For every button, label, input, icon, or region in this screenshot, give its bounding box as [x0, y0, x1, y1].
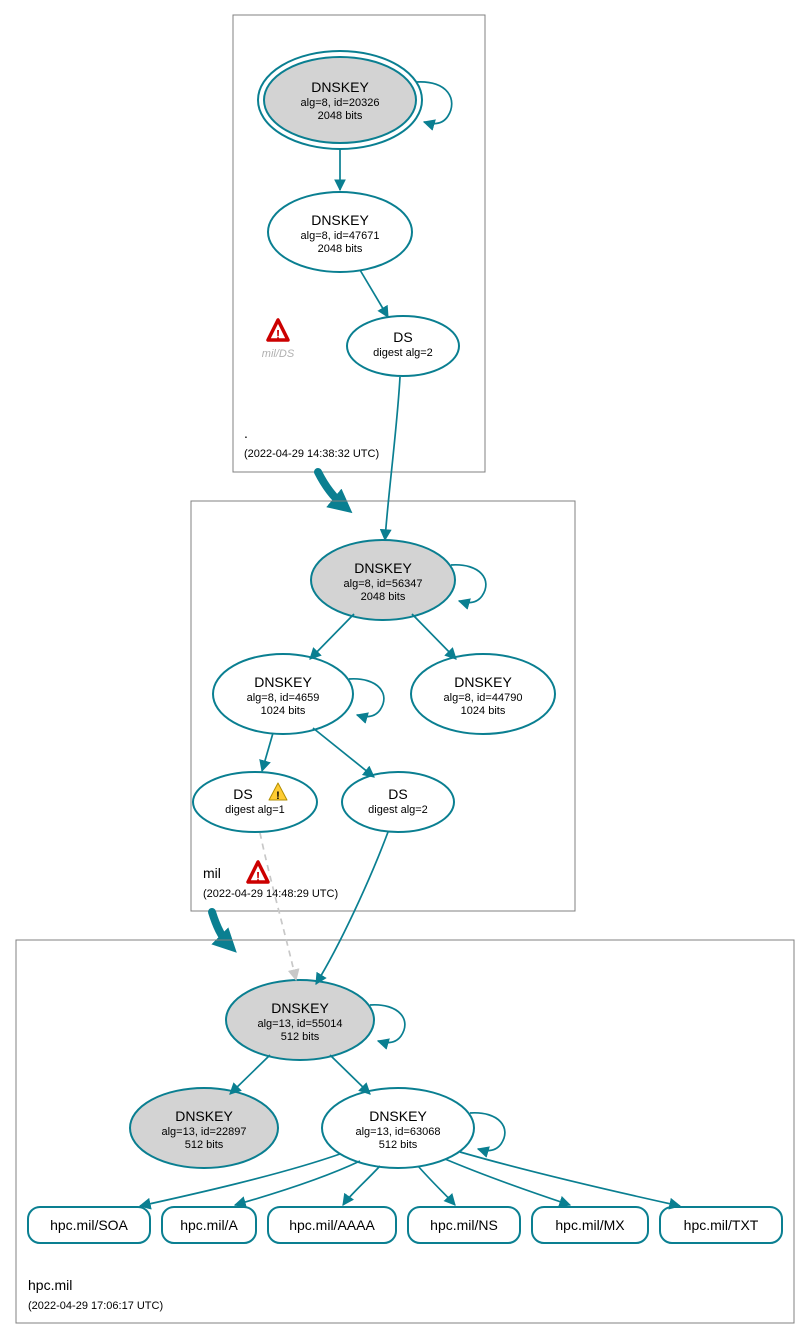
- edge-mil-ksk-self: [451, 565, 486, 603]
- edge-milksk-zsk2: [412, 614, 456, 659]
- zone-mil-time: (2022-04-29 14:48:29 UTC): [203, 888, 338, 900]
- zone-root-label: .: [244, 425, 248, 441]
- svg-text:alg=13, id=55014: alg=13, id=55014: [257, 1018, 342, 1030]
- edge-zsk2-ns: [418, 1166, 455, 1205]
- edge-ds1-hpcksk-dashed: [260, 833, 296, 980]
- edge-root-ds-milksk: [385, 377, 400, 540]
- node-hpc-zsk1[interactable]: DNSKEY alg=13, id=22897 512 bits: [130, 1088, 278, 1168]
- svg-text:DNSKEY: DNSKEY: [454, 674, 512, 690]
- svg-text:mil/DS: mil/DS: [262, 348, 295, 360]
- zone-hpc-label: hpc.mil: [28, 1277, 72, 1293]
- svg-text:!: !: [256, 869, 260, 884]
- rr-mx[interactable]: hpc.mil/MX: [532, 1207, 648, 1243]
- svg-text:DNSKEY: DNSKEY: [369, 1108, 427, 1124]
- node-mil-ds2[interactable]: DS digest alg=2: [342, 772, 454, 832]
- svg-text:1024 bits: 1024 bits: [461, 705, 506, 717]
- node-hpc-ksk[interactable]: DNSKEY alg=13, id=55014 512 bits: [226, 980, 374, 1060]
- error-icon-mil: !: [248, 862, 268, 884]
- edge-milksk-zsk1: [310, 614, 354, 659]
- zone-root-time: (2022-04-29 14:38:32 UTC): [244, 448, 379, 460]
- svg-text:2048 bits: 2048 bits: [318, 110, 363, 122]
- svg-text:DS: DS: [393, 329, 412, 345]
- node-root-zsk[interactable]: DNSKEY alg=8, id=47671 2048 bits: [268, 192, 412, 272]
- faded-mil-ds: ! mil/DS: [262, 320, 295, 360]
- edge-hpc-ksk-self: [370, 1005, 405, 1043]
- svg-text:alg=13, id=63068: alg=13, id=63068: [355, 1126, 440, 1138]
- rr-aaaa[interactable]: hpc.mil/AAAA: [268, 1207, 396, 1243]
- edge-root-zsk-ds: [360, 270, 388, 317]
- svg-text:hpc.mil/A: hpc.mil/A: [180, 1217, 238, 1233]
- svg-text:!: !: [276, 327, 280, 342]
- svg-text:hpc.mil/TXT: hpc.mil/TXT: [684, 1217, 759, 1233]
- svg-text:alg=8, id=4659: alg=8, id=4659: [247, 692, 320, 704]
- svg-text:hpc.mil/AAAA: hpc.mil/AAAA: [289, 1217, 375, 1233]
- zone-mil-label: mil: [203, 865, 221, 881]
- svg-text:DNSKEY: DNSKEY: [354, 560, 412, 576]
- edge-delegation-root-mil: [318, 472, 345, 507]
- rr-soa[interactable]: hpc.mil/SOA: [28, 1207, 150, 1243]
- edge-mil-zsk1-self: [349, 679, 384, 717]
- edge-hpc-zsk2-self: [470, 1113, 505, 1151]
- svg-text:hpc.mil/MX: hpc.mil/MX: [555, 1217, 625, 1233]
- edge-zsk1-ds2: [313, 728, 374, 777]
- edge-zsk2-aaaa: [343, 1166, 380, 1205]
- svg-text:alg=8, id=47671: alg=8, id=47671: [301, 230, 380, 242]
- edge-ds2-hpcksk: [316, 832, 388, 984]
- svg-text:DNSKEY: DNSKEY: [311, 212, 369, 228]
- svg-text:hpc.mil/SOA: hpc.mil/SOA: [50, 1217, 128, 1233]
- svg-text:DS: DS: [233, 786, 252, 802]
- svg-text:digest alg=2: digest alg=2: [368, 804, 428, 816]
- node-mil-zsk2[interactable]: DNSKEY alg=8, id=44790 1024 bits: [411, 654, 555, 734]
- node-hpc-zsk2[interactable]: DNSKEY alg=13, id=63068 512 bits: [322, 1088, 474, 1168]
- svg-text:DNSKEY: DNSKEY: [254, 674, 312, 690]
- svg-text:1024 bits: 1024 bits: [261, 705, 306, 717]
- node-root-ksk[interactable]: DNSKEY alg=8, id=20326 2048 bits: [258, 51, 422, 149]
- edge-delegation-mil-hpc: [212, 912, 230, 946]
- svg-text:digest alg=1: digest alg=1: [225, 804, 285, 816]
- edge-hpcksk-zsk1: [230, 1055, 270, 1094]
- svg-text:digest alg=2: digest alg=2: [373, 347, 433, 359]
- svg-text:alg=8, id=44790: alg=8, id=44790: [444, 692, 523, 704]
- node-mil-ksk[interactable]: DNSKEY alg=8, id=56347 2048 bits: [311, 540, 455, 620]
- node-mil-ds1[interactable]: DS digest alg=1 !: [193, 772, 317, 832]
- svg-text:alg=8, id=20326: alg=8, id=20326: [301, 97, 380, 109]
- svg-text:512 bits: 512 bits: [185, 1139, 224, 1151]
- svg-text:DNSKEY: DNSKEY: [311, 79, 369, 95]
- rr-a[interactable]: hpc.mil/A: [162, 1207, 256, 1243]
- edge-zsk2-txt: [460, 1152, 680, 1206]
- rr-txt[interactable]: hpc.mil/TXT: [660, 1207, 782, 1243]
- zone-hpc-time: (2022-04-29 17:06:17 UTC): [28, 1300, 163, 1312]
- edge-zsk2-mx: [445, 1159, 570, 1205]
- svg-text:2048 bits: 2048 bits: [318, 243, 363, 255]
- svg-text:alg=13, id=22897: alg=13, id=22897: [161, 1126, 246, 1138]
- edge-zsk1-ds1: [262, 733, 273, 771]
- node-mil-zsk1[interactable]: DNSKEY alg=8, id=4659 1024 bits: [213, 654, 353, 734]
- svg-text:DNSKEY: DNSKEY: [271, 1000, 329, 1016]
- svg-text:alg=8, id=56347: alg=8, id=56347: [344, 578, 423, 590]
- svg-text:2048 bits: 2048 bits: [361, 591, 406, 603]
- svg-text:DS: DS: [388, 786, 407, 802]
- dnssec-diagram: . (2022-04-29 14:38:32 UTC) DNSKEY alg=8…: [0, 0, 807, 1337]
- svg-text:hpc.mil/NS: hpc.mil/NS: [430, 1217, 498, 1233]
- node-root-ds[interactable]: DS digest alg=2: [347, 316, 459, 376]
- rr-ns[interactable]: hpc.mil/NS: [408, 1207, 520, 1243]
- svg-text:512 bits: 512 bits: [281, 1031, 320, 1043]
- svg-text:!: !: [276, 790, 280, 802]
- svg-text:DNSKEY: DNSKEY: [175, 1108, 233, 1124]
- edge-hpcksk-zsk2: [330, 1055, 370, 1094]
- svg-text:512 bits: 512 bits: [379, 1139, 418, 1151]
